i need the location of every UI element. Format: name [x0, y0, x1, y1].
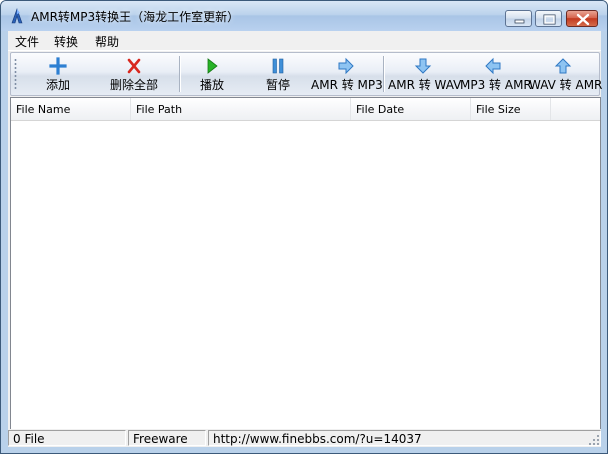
pause-button[interactable]: 暂停	[251, 54, 305, 94]
status-url[interactable]: http://www.finebbs.com/?u=14037	[208, 430, 601, 446]
add-button[interactable]: 添加	[25, 54, 91, 94]
mp3-to-amr-button[interactable]: MP3 转 AMR	[460, 54, 532, 94]
maximize-button[interactable]	[535, 10, 562, 27]
toolbar-separator	[383, 56, 384, 92]
menu-convert[interactable]: 转换	[54, 33, 78, 50]
maximize-icon	[543, 14, 556, 25]
pause-label: 暂停	[265, 78, 290, 92]
list-header: File Name File Path File Date File Size	[11, 98, 600, 121]
play-label: 播放	[199, 78, 224, 92]
delete-all-button[interactable]: 删除全部	[95, 54, 173, 94]
red-x-icon	[127, 58, 141, 74]
menu-file[interactable]: 文件	[15, 33, 39, 50]
arrow-up-icon	[554, 58, 572, 74]
window-title: AMR转MP3转换王（海龙工作室更新）	[31, 10, 240, 24]
minimize-icon	[514, 19, 525, 24]
arrow-right-icon	[338, 57, 354, 75]
column-file-date[interactable]: File Date	[351, 98, 471, 120]
wav-to-amr-label: WAV 转 AMR	[529, 78, 603, 92]
amr-to-wav-label: AMR 转 WAV	[388, 78, 462, 92]
column-file-name[interactable]: File Name	[11, 98, 131, 120]
plus-icon	[49, 57, 67, 75]
app-window: AMR转MP3转换王（海龙工作室更新） 文件 转换 帮助 添加 删除全部 播放 …	[0, 0, 608, 454]
menu-help[interactable]: 帮助	[95, 33, 119, 50]
close-icon	[576, 13, 590, 26]
column-file-path[interactable]: File Path	[131, 98, 351, 120]
close-button[interactable]	[566, 10, 598, 27]
resize-grip-icon[interactable]	[588, 434, 600, 446]
column-file-size[interactable]: File Size	[471, 98, 551, 120]
app-icon	[11, 8, 23, 24]
toolbar-grip[interactable]	[14, 58, 17, 90]
client-area: 文件 转换 帮助 添加 删除全部 播放 暂停 AMR 转 MP3 AMR 转 W…	[8, 31, 603, 447]
menu-bar: 文件 转换 帮助	[8, 31, 601, 51]
amr-to-wav-button[interactable]: AMR 转 WAV	[388, 54, 462, 94]
mp3-to-amr-label: MP3 转 AMR	[460, 78, 532, 92]
add-label: 添加	[45, 78, 70, 92]
status-file-count: 0 File	[8, 430, 126, 446]
file-list[interactable]: File Name File Path File Date File Size	[10, 97, 601, 431]
play-icon	[207, 58, 218, 74]
wav-to-amr-button[interactable]: WAV 转 AMR	[529, 54, 603, 94]
title-bar[interactable]: AMR转MP3转换王（海龙工作室更新）	[1, 1, 607, 31]
status-bar: 0 File Freeware http://www.finebbs.com/?…	[8, 429, 601, 447]
toolbar: 添加 删除全部 播放 暂停 AMR 转 MP3 AMR 转 WAV MP3 转 …	[10, 52, 603, 96]
amr-to-mp3-label: AMR 转 MP3	[311, 78, 383, 92]
arrow-left-icon	[485, 57, 501, 75]
toolbar-separator	[179, 56, 180, 92]
status-license: Freeware	[128, 430, 206, 446]
delete-all-label: 删除全部	[109, 78, 158, 92]
pause-icon	[272, 58, 284, 74]
amr-to-mp3-button[interactable]: AMR 转 MP3	[311, 54, 383, 94]
arrow-down-icon	[414, 58, 432, 74]
play-button[interactable]: 播放	[185, 54, 239, 94]
minimize-button[interactable]	[505, 10, 532, 27]
